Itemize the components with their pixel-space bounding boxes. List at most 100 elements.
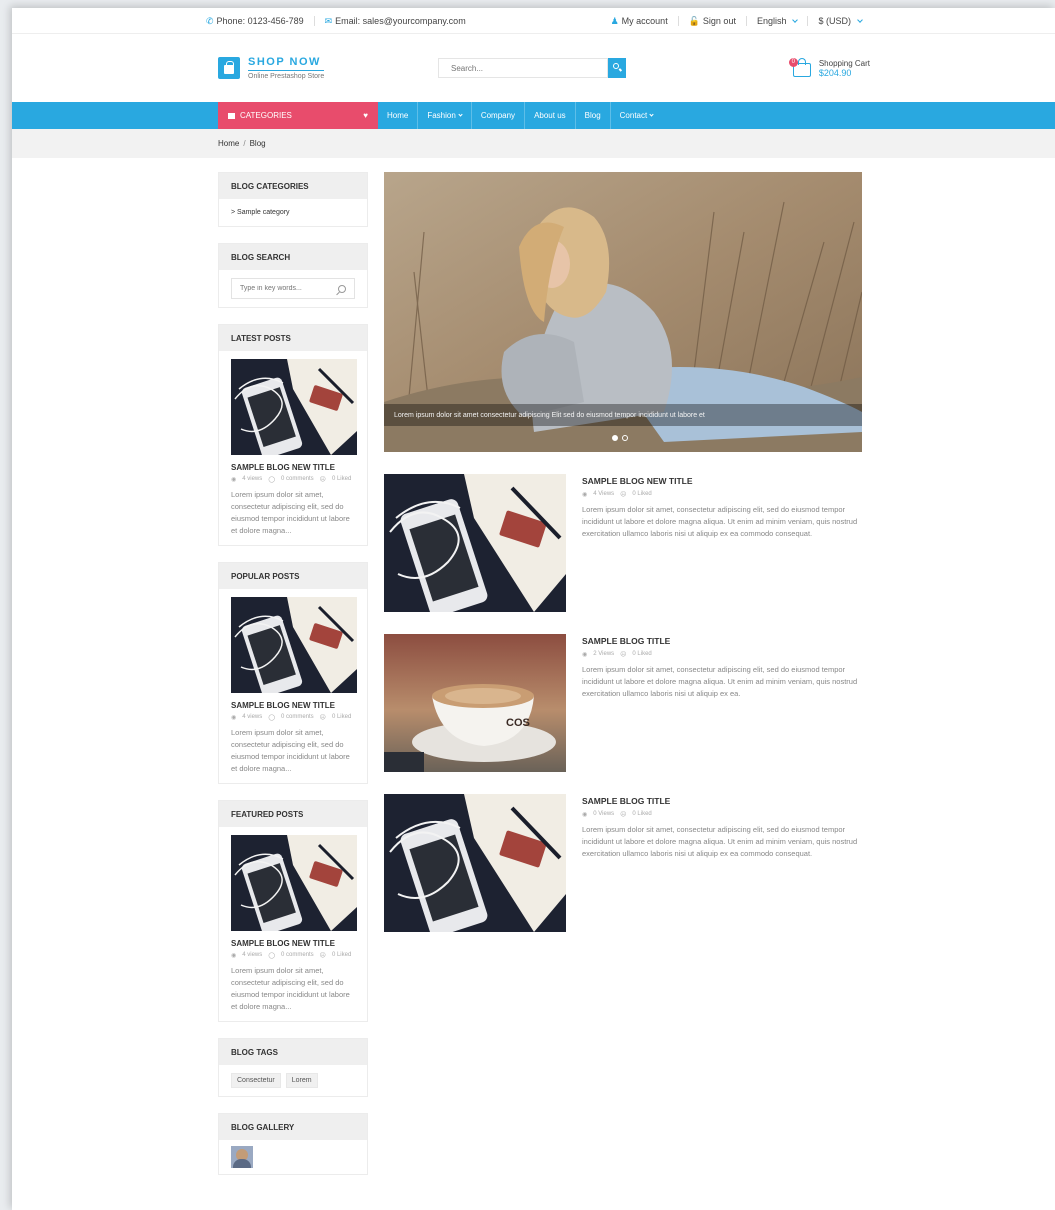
email-text[interactable]: Email: sales@yourcompany.com bbox=[335, 16, 466, 26]
search-input[interactable] bbox=[438, 58, 608, 78]
post-thumbnail[interactable] bbox=[384, 794, 566, 932]
post-meta: ◉ 4 views ◯ 0 comments ☹ 0 Liked bbox=[231, 952, 355, 959]
post-thumbnail[interactable] bbox=[231, 835, 357, 931]
language-select[interactable]: English bbox=[756, 16, 799, 26]
slider-dot-1[interactable] bbox=[612, 435, 618, 441]
post-meta: ◉ 4 Views ☹ 0 Liked bbox=[582, 491, 858, 498]
latest-posts-widget: LATEST POSTS SAMPLE BLOG NEW TITLE ◉ 4 v… bbox=[218, 324, 368, 546]
post-title[interactable]: SAMPLE BLOG NEW TITLE bbox=[582, 476, 858, 486]
like-icon[interactable]: ☹ bbox=[320, 952, 326, 959]
views-count: 4 views bbox=[242, 476, 263, 482]
breadcrumb-separator: / bbox=[243, 139, 246, 148]
sign-out-link[interactable]: 🔓 Sign out bbox=[689, 16, 736, 27]
likes-count: 0 Liked bbox=[331, 714, 352, 720]
blog-categories-widget: BLOG CATEGORIES > Sample category bbox=[218, 172, 368, 227]
nav-home[interactable]: Home bbox=[378, 102, 419, 129]
views-count: 4 Views bbox=[593, 491, 615, 497]
chevron-down-icon bbox=[649, 112, 654, 117]
gallery-image[interactable] bbox=[231, 1146, 253, 1168]
post-excerpt: Lorem ipsum dolor sit amet, consectetur … bbox=[231, 728, 350, 773]
likes-count: 0 Liked bbox=[632, 811, 652, 817]
blog-post-item: SAMPLE BLOG NEW TITLE ◉ 4 Views ☹ 0 Liked … bbox=[384, 474, 862, 612]
blog-search-widget: BLOG SEARCH bbox=[218, 243, 368, 308]
tag-consectetur[interactable]: Consectetur bbox=[231, 1073, 281, 1088]
search-button[interactable] bbox=[608, 58, 626, 78]
widget-title: BLOG TAGS bbox=[219, 1039, 367, 1065]
chevron-down-icon bbox=[792, 17, 799, 23]
email-info: ✉ Email: sales@yourcompany.com bbox=[325, 16, 466, 27]
content: BLOG CATEGORIES > Sample category BLOG S… bbox=[12, 158, 1055, 1210]
likes-count: 0 Liked bbox=[331, 476, 352, 482]
post-meta: ◉ 0 Views ☹ 0 Liked bbox=[582, 811, 858, 818]
logo[interactable]: SHOP NOW Online Prestashop Store bbox=[218, 56, 438, 80]
user-icon: ♟ bbox=[610, 15, 619, 26]
like-icon[interactable]: ☹ bbox=[320, 714, 326, 721]
nav-contact[interactable]: Contact bbox=[611, 102, 663, 129]
shopping-cart[interactable]: 0 Shopping Cart $204.90 bbox=[788, 57, 870, 79]
post-title[interactable]: SAMPLE BLOG TITLE bbox=[582, 636, 858, 646]
post-title[interactable]: SAMPLE BLOG NEW TITLE bbox=[231, 939, 355, 948]
email-icon: ✉ bbox=[324, 15, 333, 26]
divider bbox=[677, 16, 679, 26]
post-thumbnail[interactable] bbox=[231, 359, 357, 455]
like-icon[interactable]: ☹ bbox=[620, 651, 626, 658]
breadcrumb: Home / Blog bbox=[12, 129, 1055, 158]
slide-caption: Lorem ipsum dolor sit amet consectetur a… bbox=[384, 404, 862, 426]
svg-text:COS: COS bbox=[506, 717, 530, 729]
logo-title: SHOP NOW bbox=[248, 56, 325, 71]
post-meta: ◉ 4 views ◯ 0 comments ☹ 0 Liked bbox=[231, 714, 355, 721]
cart-label: Shopping Cart bbox=[818, 58, 870, 68]
widget-title: POPULAR POSTS bbox=[219, 563, 367, 589]
nav-blog[interactable]: Blog bbox=[576, 102, 611, 129]
menu-icon bbox=[228, 112, 235, 119]
post-title[interactable]: SAMPLE BLOG NEW TITLE bbox=[231, 701, 355, 710]
currency-select[interactable]: $ (USD) bbox=[818, 16, 863, 26]
page: ✆ Phone: 0123-456-789 ✉ Email: sales@you… bbox=[12, 8, 1055, 1210]
categories-label: CATEGORIES bbox=[240, 111, 292, 120]
featured-posts-widget: FEATURED POSTS SAMPLE BLOG NEW TITLE ◉ 4… bbox=[218, 800, 368, 1022]
currency-label: $ (USD) bbox=[818, 16, 851, 26]
tag-lorem[interactable]: Lorem bbox=[285, 1073, 318, 1088]
breadcrumb-home[interactable]: Home bbox=[218, 139, 239, 148]
likes-count: 0 Liked bbox=[632, 651, 652, 657]
likes-count: 0 Liked bbox=[331, 952, 352, 958]
category-link[interactable]: > Sample category bbox=[231, 207, 355, 218]
like-icon[interactable]: ☹ bbox=[620, 491, 626, 498]
eye-icon: ◉ bbox=[582, 492, 588, 498]
search-icon bbox=[613, 63, 619, 69]
like-icon[interactable]: ☹ bbox=[620, 811, 626, 818]
nav-about-us[interactable]: About us bbox=[525, 102, 576, 129]
post-thumbnail[interactable]: COS bbox=[384, 634, 566, 772]
shopping-bag-icon bbox=[218, 57, 240, 79]
chevron-down-icon bbox=[857, 17, 863, 23]
language-label: English bbox=[756, 16, 787, 26]
search-icon[interactable] bbox=[338, 284, 346, 293]
eye-icon: ◉ bbox=[231, 953, 237, 959]
blog-gallery-widget: BLOG GALLERY bbox=[218, 1113, 368, 1175]
like-icon[interactable]: ☹ bbox=[320, 476, 326, 483]
views-count: 0 Views bbox=[593, 811, 615, 817]
blog-post-item: COS SAMPLE BLOG TITLE ◉ 2 Views ☹ 0 Liked … bbox=[384, 634, 862, 772]
widget-title: LATEST POSTS bbox=[219, 325, 367, 351]
sign-out-label: Sign out bbox=[702, 16, 736, 26]
chevron-down-icon bbox=[458, 112, 463, 117]
blog-main: Lorem ipsum dolor sit amet consectetur a… bbox=[384, 172, 862, 932]
post-thumbnail[interactable] bbox=[231, 597, 357, 693]
lock-icon: 🔓 bbox=[688, 15, 700, 26]
post-title[interactable]: SAMPLE BLOG NEW TITLE bbox=[231, 463, 355, 472]
blog-search-input[interactable] bbox=[240, 285, 338, 292]
slider-pagination bbox=[612, 435, 628, 441]
categories-button[interactable]: CATEGORIES ♥ bbox=[218, 102, 378, 129]
nav-fashion[interactable]: Fashion bbox=[418, 102, 472, 129]
phone-icon: ✆ bbox=[206, 15, 214, 26]
header-search bbox=[438, 58, 626, 78]
hero-slider[interactable]: Lorem ipsum dolor sit amet consectetur a… bbox=[384, 172, 862, 452]
main-nav: CATEGORIES ♥ Home Fashion Company About … bbox=[12, 102, 1055, 129]
my-account-link[interactable]: ♟ My account bbox=[611, 16, 668, 27]
divider bbox=[313, 16, 315, 26]
post-thumbnail[interactable] bbox=[384, 474, 566, 612]
nav-company[interactable]: Company bbox=[472, 102, 526, 129]
slider-dot-2[interactable] bbox=[622, 435, 628, 441]
post-title[interactable]: SAMPLE BLOG TITLE bbox=[582, 796, 858, 806]
divider bbox=[745, 16, 747, 26]
